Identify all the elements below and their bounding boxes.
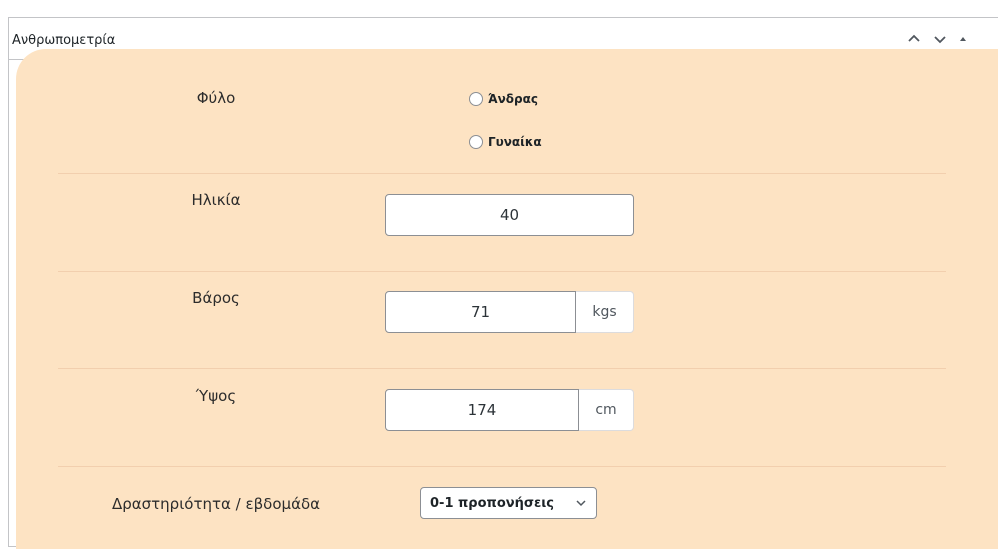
radio-female-circle[interactable] [469, 135, 483, 149]
radio-male-label: Άνδρας [488, 92, 538, 106]
activity-select-value: 0-1 προπονήσεις [430, 495, 554, 511]
weight-unit: kgs [576, 291, 634, 333]
separator [58, 271, 946, 272]
triangle-up-icon[interactable] [954, 30, 972, 48]
chevron-down-icon[interactable] [931, 30, 949, 48]
activity-select[interactable]: 0-1 προπονήσεις [420, 487, 597, 519]
chevron-down-icon [575, 497, 587, 513]
weight-label: Βάρος [192, 289, 240, 307]
form-content: Φύλο Άνδρας Γυναίκα Ηλικία 40 Βάρος 71 k… [16, 49, 998, 549]
radio-female[interactable]: Γυναίκα [469, 135, 542, 149]
radio-male-circle[interactable] [469, 92, 483, 106]
gender-label: Φύλο [196, 89, 236, 107]
panel-title: Ανθρωπομετρία [12, 33, 116, 48]
radio-female-label: Γυναίκα [488, 135, 542, 149]
activity-label: Δραστηριότητα / εβδομάδα [111, 495, 321, 513]
separator [58, 368, 946, 369]
height-unit: cm [579, 389, 634, 431]
chevron-up-icon[interactable] [905, 30, 923, 48]
age-input[interactable]: 40 [385, 194, 634, 236]
height-label: Ύψος [195, 387, 237, 405]
age-label: Ηλικία [191, 191, 241, 209]
separator [58, 173, 946, 174]
radio-male[interactable]: Άνδρας [469, 92, 538, 106]
separator [58, 466, 946, 467]
height-input[interactable]: 174 [385, 389, 579, 431]
weight-input[interactable]: 71 [385, 291, 576, 333]
